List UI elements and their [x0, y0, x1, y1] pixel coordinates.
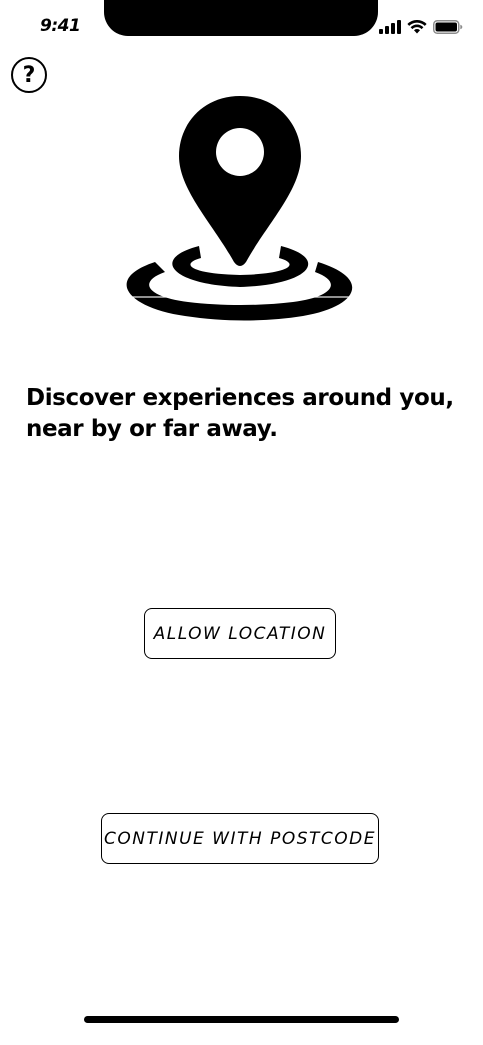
device-notch: [104, 0, 378, 36]
signal-icon: [379, 20, 401, 34]
wifi-icon: [407, 20, 427, 34]
battery-icon: [433, 20, 463, 34]
page-headline: Discover experiences around you, near by…: [26, 385, 454, 442]
help-icon: ?: [22, 62, 36, 88]
help-button[interactable]: ?: [11, 57, 47, 93]
status-time: 9:41: [40, 16, 81, 36]
location-pin-icon: [125, 96, 355, 321]
continue-with-postcode-button[interactable]: CONTINUE WITH POSTCODE: [101, 813, 379, 864]
home-indicator[interactable]: [84, 1016, 399, 1023]
allow-location-button[interactable]: ALLOW LOCATION: [144, 608, 336, 659]
status-bar: 9:41: [0, 0, 483, 50]
status-icons: [379, 20, 463, 34]
